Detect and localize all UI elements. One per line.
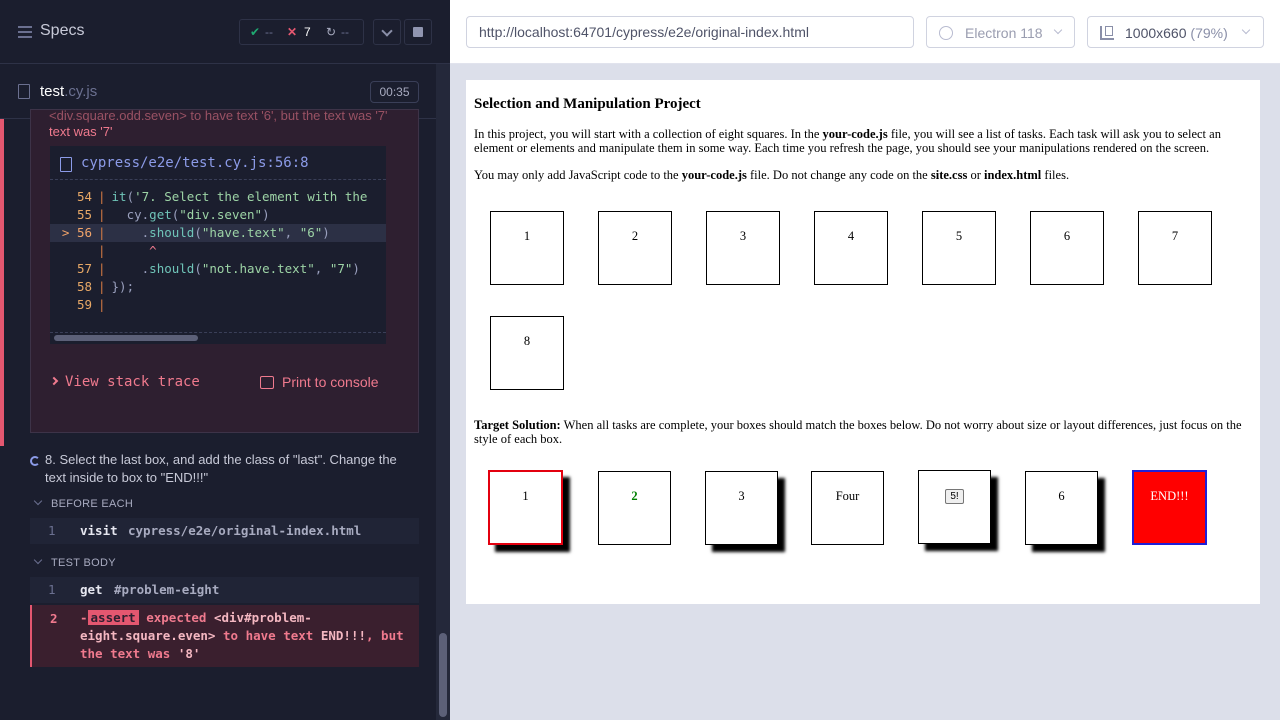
code-frame-scrollbar[interactable]	[50, 332, 386, 341]
browser-selector[interactable]: Electron 118	[926, 16, 1075, 48]
note-paragraph: You may only add JavaScript code to the …	[474, 168, 1070, 182]
file-icon	[60, 157, 72, 172]
code-line: 57 | .should("not.have.text", "7")	[76, 261, 360, 276]
hook-test-body[interactable]: TEST BODY	[33, 555, 116, 569]
code-line: 58 |});	[76, 279, 135, 294]
pending-icon: ↻	[326, 25, 337, 39]
reporter-scrollbar[interactable]	[436, 64, 450, 720]
assert-message: - assert expected <div#problem-eight.squa…	[80, 610, 404, 661]
target-box-three: 3	[705, 471, 778, 545]
chevron-down-icon	[33, 555, 43, 565]
command-row[interactable]: 1 get #problem-eight	[30, 577, 419, 603]
target-paragraph: Target Solution: When all tasks are comp…	[474, 418, 1242, 446]
code-line: 55 | cy.get("div.seven")	[76, 207, 270, 222]
test-title[interactable]: 8. Select the last box, and add the clas…	[45, 451, 415, 487]
spec-timer: 00:35	[370, 81, 419, 103]
target-box-four: Four	[811, 471, 884, 545]
code-line: 59 |	[76, 297, 106, 312]
target-box-one: 1	[488, 470, 563, 545]
code-line-highlighted: > 56 | .should("have.text", "6")	[50, 224, 386, 242]
failed-count: 7	[304, 25, 311, 39]
square-four: 4	[814, 211, 888, 285]
target-box-two: 2	[598, 471, 671, 545]
page-title: Selection and Manipulation Project	[474, 96, 701, 112]
target-box-six: 6	[1025, 471, 1098, 545]
reporter-panel: Specs ✔ -- ✕ 7 ↻ -- test.cy.js 00:35 <di…	[0, 0, 450, 720]
url-field[interactable]: http://localhost:64701/cypress/e2e/origi…	[466, 16, 914, 48]
square-three: 3	[706, 211, 780, 285]
error-panel: <div.square.odd.seven> to have text '6',…	[30, 108, 419, 433]
code-line: 54 | it('7. Select the element with the	[76, 189, 368, 204]
spec-name[interactable]: test.cy.js	[40, 83, 97, 100]
square-seven: 7	[1138, 211, 1212, 285]
stop-button[interactable]	[404, 19, 432, 45]
square-five: 5	[922, 211, 996, 285]
code-frame-header: cypress/e2e/test.cy.js:56:8	[50, 146, 386, 180]
file-icon	[18, 84, 30, 99]
aut-page: Selection and Manipulation Project In th…	[466, 80, 1260, 604]
command-row[interactable]: 1 visit cypress/e2e/original-index.html	[30, 518, 419, 544]
view-stack-trace-button[interactable]: View stack trace	[49, 374, 200, 390]
preview-toolbar: http://localhost:64701/cypress/e2e/origi…	[450, 0, 1280, 64]
code-line-caret: | ^	[98, 243, 157, 258]
square-six: 6	[1030, 211, 1104, 285]
scrollbar-thumb[interactable]	[54, 335, 198, 341]
passed-count: --	[265, 25, 273, 39]
code-frame-lines: 54 | it('7. Select the element with the 55…	[50, 188, 386, 314]
square-one: 1	[490, 211, 564, 285]
chevron-down-icon	[1053, 25, 1063, 35]
failed-icon: ✕	[287, 25, 298, 39]
target-box-five: 5!	[918, 470, 991, 544]
print-to-console-button[interactable]: Print to console	[260, 374, 379, 390]
viewport-selector[interactable]: 1000x660 (79%)	[1087, 16, 1264, 48]
pending-count: --	[341, 25, 349, 39]
console-icon	[260, 376, 274, 389]
code-frame-link[interactable]: cypress/e2e/test.cy.js:56:8	[81, 155, 309, 171]
square-eight: 8	[490, 316, 564, 390]
viewport-icon	[1100, 26, 1114, 40]
stop-icon	[413, 27, 423, 37]
target-box-five-button[interactable]: 5!	[945, 489, 964, 504]
chevron-down-icon	[33, 496, 43, 506]
running-icon	[30, 456, 40, 466]
chevron-down-icon	[381, 25, 393, 37]
square-two: 2	[598, 211, 672, 285]
fail-indicator-bar	[0, 119, 4, 446]
auto-scroll-button[interactable]	[373, 19, 401, 45]
error-block: <div.square.odd.seven> to have text '6',…	[0, 108, 436, 446]
scrollbar-thumb[interactable]	[439, 633, 447, 717]
intro-paragraph: In this project, you will start with a c…	[474, 127, 1221, 155]
reporter-header: Specs ✔ -- ✕ 7 ↻ --	[0, 0, 450, 64]
chevron-down-icon	[1241, 25, 1251, 35]
specs-list-icon[interactable]	[18, 26, 32, 41]
failed-command-row[interactable]: 2 - assert expected <div#problem-eight.sq…	[30, 605, 419, 667]
test-stats: ✔ -- ✕ 7 ↻ --	[239, 19, 364, 45]
code-frame: cypress/e2e/test.cy.js:56:8 54 | it('7. Se…	[50, 146, 386, 344]
hook-before-each[interactable]: BEFORE EACH	[33, 496, 133, 510]
target-box-last: END!!!	[1132, 470, 1207, 545]
app-preview-panel: http://localhost:64701/cypress/e2e/origi…	[450, 0, 1280, 720]
chevron-right-icon	[49, 376, 59, 386]
electron-icon	[939, 26, 953, 40]
specs-title[interactable]: Specs	[40, 22, 84, 40]
passed-icon: ✔	[250, 25, 261, 39]
